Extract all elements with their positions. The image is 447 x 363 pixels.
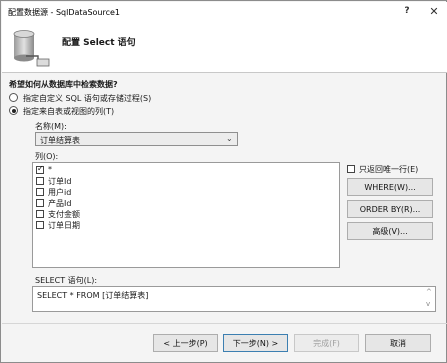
title-bar: 配置数据源 - SqlDataSource1 ? ✕ bbox=[2, 2, 447, 21]
scroll-up-icon[interactable]: ^ bbox=[426, 288, 432, 296]
window-title: 配置数据源 - SqlDataSource1 bbox=[8, 8, 121, 17]
footer-divider bbox=[2, 323, 447, 324]
column-checkbox[interactable] bbox=[36, 177, 44, 185]
sql-label: SELECT 语句(L): bbox=[35, 276, 98, 285]
sql-statement-text: SELECT * FROM [订单结算表] bbox=[37, 291, 149, 300]
next-button[interactable]: 下一步(N) > bbox=[223, 334, 288, 352]
unique-rows-checkbox[interactable] bbox=[347, 165, 355, 173]
scroll-down-icon[interactable]: v bbox=[426, 300, 430, 308]
column-checkbox[interactable] bbox=[36, 164, 44, 174]
radio-table-columns[interactable]: 指定来自表或视图的列(T) bbox=[9, 105, 169, 117]
chevron-down-icon[interactable]: ⌄ bbox=[226, 134, 233, 143]
unique-rows-option[interactable]: 只返回唯一行(E) bbox=[347, 164, 442, 175]
column-checkbox[interactable] bbox=[36, 210, 44, 218]
radio-custom-sql-label: 指定自定义 SQL 语句或存储过程(S) bbox=[23, 94, 152, 103]
column-checkbox[interactable] bbox=[36, 199, 44, 207]
unique-rows-label: 只返回唯一行(E) bbox=[359, 165, 419, 174]
finish-button[interactable]: 完成(F) bbox=[294, 334, 359, 352]
name-label: 名称(M): bbox=[35, 122, 67, 131]
columns-listbox[interactable]: * 订单Id 用户id 产品Id 支付金额 订单日期 bbox=[32, 162, 340, 268]
columns-label: 列(O): bbox=[35, 152, 59, 161]
wizard-header: 配置 Select 语句 bbox=[2, 21, 447, 73]
radio-table-columns-label: 指定来自表或视图的列(T) bbox=[23, 107, 115, 116]
column-item[interactable]: 订单日期 bbox=[36, 220, 116, 230]
column-item[interactable]: 订单Id bbox=[36, 176, 116, 186]
radio-custom-sql-indicator[interactable] bbox=[9, 93, 18, 102]
column-label: 订单Id bbox=[48, 177, 72, 186]
close-button[interactable]: ✕ bbox=[424, 3, 444, 20]
column-label: 支付金额 bbox=[48, 210, 80, 219]
column-label: 产品Id bbox=[48, 199, 72, 208]
column-label: 订单日期 bbox=[48, 221, 80, 230]
where-button[interactable]: WHERE(W)... bbox=[347, 178, 433, 196]
radio-custom-sql[interactable]: 指定自定义 SQL 语句或存储过程(S) bbox=[9, 92, 169, 104]
column-item[interactable]: 用户id bbox=[36, 187, 116, 197]
order-by-button[interactable]: ORDER BY(R)... bbox=[347, 200, 433, 218]
column-item[interactable]: * bbox=[36, 164, 116, 175]
database-icon bbox=[12, 29, 52, 67]
advanced-button[interactable]: 高级(V)... bbox=[347, 222, 433, 240]
previous-button[interactable]: < 上一步(P) bbox=[153, 334, 218, 352]
sql-statement-box[interactable]: SELECT * FROM [订单结算表] ^ v bbox=[32, 286, 436, 312]
radio-table-columns-indicator[interactable] bbox=[9, 106, 18, 115]
page-title: 配置 Select 语句 bbox=[62, 38, 136, 48]
column-checkbox[interactable] bbox=[36, 188, 44, 196]
column-label: * bbox=[48, 165, 52, 174]
column-item[interactable]: 支付金额 bbox=[36, 209, 116, 219]
configure-datasource-dialog: 配置数据源 - SqlDataSource1 ? ✕ 配置 Select 语句 … bbox=[0, 0, 447, 363]
column-item[interactable]: 产品Id bbox=[36, 198, 116, 208]
column-label: 用户id bbox=[48, 188, 72, 197]
help-button[interactable]: ? bbox=[398, 3, 416, 20]
cancel-button[interactable]: 取消 bbox=[365, 334, 431, 352]
retrieval-question: 希望如何从数据库中检索数据? bbox=[9, 80, 118, 89]
table-name-value: 订单结算表 bbox=[40, 136, 80, 145]
column-checkbox[interactable] bbox=[36, 221, 44, 229]
table-name-select[interactable]: 订单结算表 ⌄ bbox=[35, 132, 238, 146]
